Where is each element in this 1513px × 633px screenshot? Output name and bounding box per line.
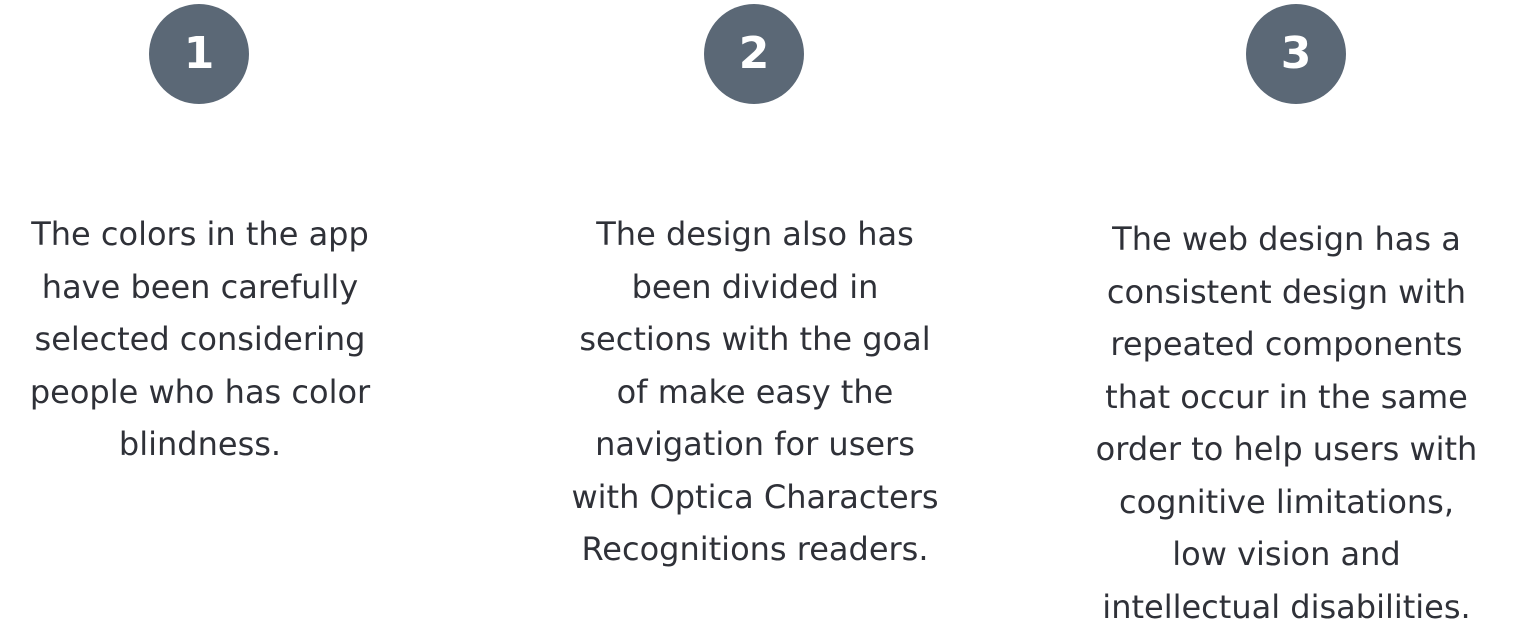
description-line: that occur in the same [1060, 371, 1513, 424]
feature-column-3: 3 The web design has a consistent design… [1070, 0, 1513, 628]
feature-column-1: 1 The colors in the app have been carefu… [0, 0, 400, 628]
description-line: of make easy the [520, 366, 990, 419]
description-line: Recognitions readers. [520, 523, 990, 576]
description-line: consistent design with [1060, 266, 1513, 319]
feature-description: The web design has a consistent design w… [1060, 213, 1513, 633]
description-line: sections with the goal [520, 313, 990, 366]
description-line: been divided in [520, 261, 990, 314]
description-line: navigation for users [520, 418, 990, 471]
description-line: The design also has [520, 208, 990, 261]
step-number-badge: 1 [149, 4, 249, 104]
description-line: intellectual disabilities. [1060, 581, 1513, 633]
description-line: with Optica Characters [520, 471, 990, 524]
description-line: selected considering [0, 313, 405, 366]
description-line: have been carefully [0, 261, 405, 314]
feature-column-2: 2 The design also has been divided in se… [530, 0, 980, 628]
description-line: The web design has a [1060, 213, 1513, 266]
feature-description: The design also has been divided in sect… [520, 208, 990, 576]
description-line: low vision and [1060, 528, 1513, 581]
description-line: The colors in the app [0, 208, 405, 261]
description-line: people who has color [0, 366, 405, 419]
description-line: repeated components [1060, 318, 1513, 371]
step-number-badge: 2 [704, 4, 804, 104]
description-line: cognitive limitations, [1060, 476, 1513, 529]
description-line: blindness. [0, 418, 405, 471]
step-number-badge: 3 [1246, 4, 1346, 104]
description-line: order to help users with [1060, 423, 1513, 476]
feature-description: The colors in the app have been carefull… [0, 208, 405, 471]
